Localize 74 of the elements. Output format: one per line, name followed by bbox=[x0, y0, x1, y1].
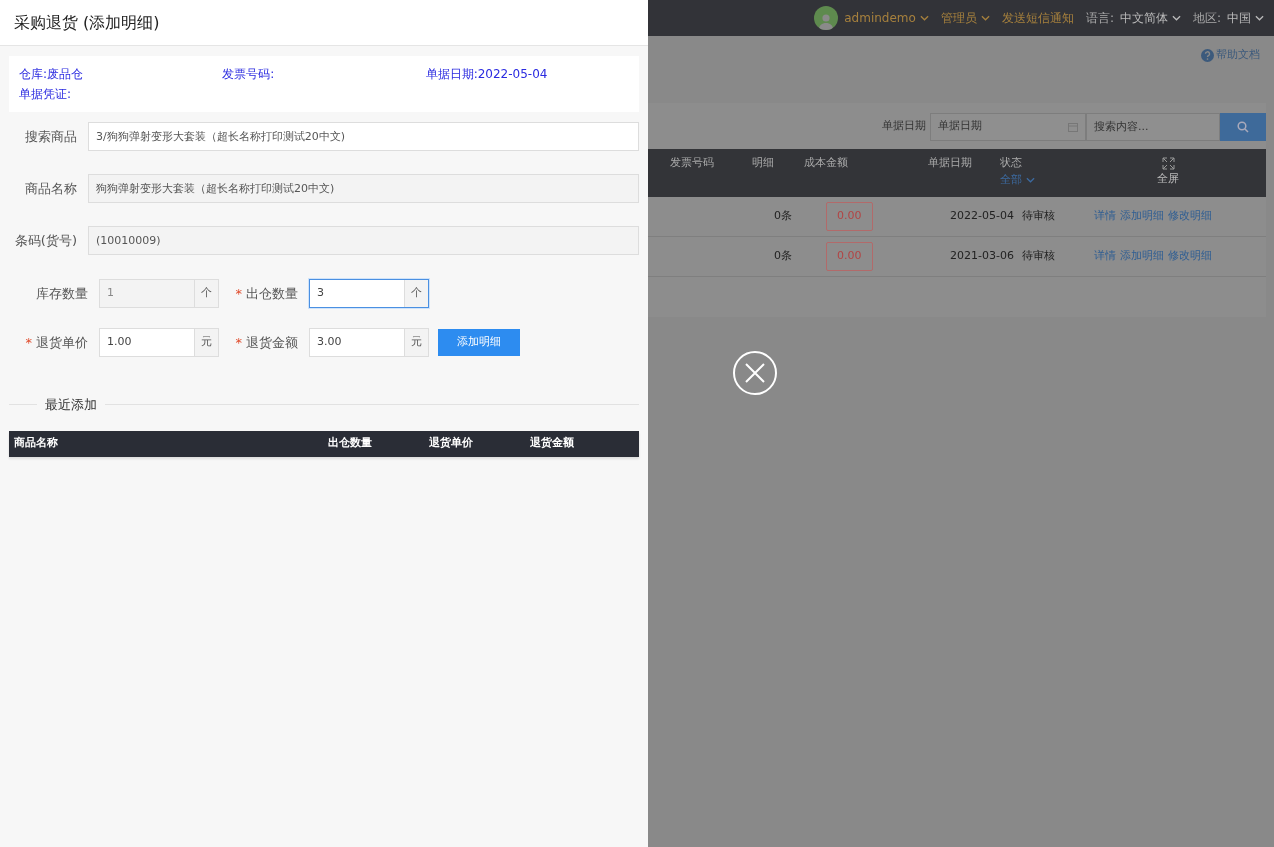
sms-link[interactable]: 发送短信通知 bbox=[1001, 9, 1074, 27]
fullscreen-button[interactable]: 全屏 bbox=[1157, 171, 1179, 188]
column-header: 成本金额 bbox=[804, 155, 849, 171]
number-field[interactable]: 1 个 bbox=[99, 279, 219, 308]
column-header: 单据日期 bbox=[928, 155, 973, 171]
info-text: 发票号码: bbox=[222, 66, 276, 83]
region-label: 地区: bbox=[1192, 10, 1221, 27]
unit-label: 个 bbox=[404, 280, 428, 307]
column-header: 发票号码 bbox=[670, 155, 715, 171]
field-label: 搜索商品 bbox=[24, 127, 78, 146]
close-button[interactable] bbox=[732, 350, 778, 396]
action-link[interactable]: 修改明细 bbox=[1168, 248, 1212, 265]
chevron-down-icon bbox=[919, 15, 929, 21]
status-filter[interactable]: 全部 bbox=[1000, 171, 1070, 188]
close-icon bbox=[732, 350, 778, 396]
chevron-down-icon bbox=[1171, 15, 1181, 21]
table-cell-text: 2021-03-06 bbox=[950, 248, 1015, 265]
unit-label: 个 bbox=[194, 280, 218, 307]
field-label: 库存数量 bbox=[35, 284, 89, 303]
table-cell-text: 待审核 bbox=[1022, 248, 1056, 265]
calendar-icon bbox=[1068, 121, 1078, 132]
table-cell-text: 0条 bbox=[774, 248, 793, 265]
help-link[interactable]: 帮助文档 bbox=[1201, 48, 1260, 62]
fullscreen-icon bbox=[1161, 157, 1175, 170]
info-text: 仓库:废品仓 bbox=[19, 66, 85, 83]
help-icon bbox=[1201, 48, 1214, 62]
action-link[interactable]: 修改明细 bbox=[1168, 208, 1212, 225]
number-field[interactable]: 3 个 bbox=[309, 279, 429, 308]
language-menu[interactable]: 中文简体 bbox=[1119, 9, 1181, 27]
search-field[interactable]: 搜索内容... bbox=[1086, 112, 1220, 141]
chevron-down-icon bbox=[980, 15, 990, 21]
field-label: 条码(货号) bbox=[13, 231, 78, 250]
user-menu[interactable]: admindemo bbox=[844, 9, 929, 27]
role-menu[interactable]: 管理员 bbox=[940, 9, 990, 27]
chevron-down-icon bbox=[1255, 15, 1264, 21]
table-cell-text: 0条 bbox=[774, 208, 793, 225]
search-button[interactable] bbox=[1220, 112, 1266, 141]
column-header: 商品名称 bbox=[13, 435, 59, 452]
unit-label: 元 bbox=[404, 329, 428, 356]
date-field[interactable]: 单据日期 bbox=[930, 112, 1086, 141]
language-label: 语言: bbox=[1085, 10, 1114, 27]
column-header: 明细 bbox=[752, 155, 775, 171]
action-link[interactable]: 添加明细 bbox=[1120, 208, 1164, 225]
action-link[interactable]: 详情 bbox=[1094, 208, 1116, 225]
column-header: 状态 bbox=[1000, 155, 1023, 171]
number-field[interactable]: 1.00 元 bbox=[99, 328, 219, 357]
action-link[interactable]: 详情 bbox=[1094, 248, 1116, 265]
column-header: 退货金额 bbox=[529, 435, 575, 452]
text-field[interactable]: (10010009) bbox=[88, 226, 639, 255]
field-label: * 退货金额 bbox=[234, 333, 299, 352]
filter-label: 单据日期 bbox=[882, 118, 926, 135]
number-field[interactable]: 3.00 元 bbox=[309, 328, 429, 357]
info-text: 单据日期:2022-05-04 bbox=[425, 66, 549, 83]
cost-amount: 0.00 bbox=[826, 202, 873, 231]
add-detail-button[interactable]: 添加明细 bbox=[438, 329, 520, 356]
column-header: 退货单价 bbox=[428, 435, 474, 452]
field-label: 商品名称 bbox=[24, 179, 78, 198]
search-icon bbox=[1237, 120, 1249, 133]
field-label: * 退货单价 bbox=[24, 333, 89, 352]
chevron-down-icon bbox=[1026, 176, 1035, 183]
text-field[interactable]: 3/狗狗弹射变形大套装（超长名称打印测试20中文) bbox=[88, 122, 639, 151]
text-field[interactable]: 狗狗弹射变形大套装（超长名称打印测试20中文) bbox=[88, 174, 639, 203]
unit-label: 元 bbox=[194, 329, 218, 356]
field-label: * 出仓数量 bbox=[234, 284, 299, 303]
avatar-icon bbox=[814, 6, 839, 30]
action-link[interactable]: 添加明细 bbox=[1120, 248, 1164, 265]
table-cell-text: 2022-05-04 bbox=[950, 208, 1015, 225]
table-cell-text: 待审核 bbox=[1022, 208, 1056, 225]
column-header: 出仓数量 bbox=[327, 435, 373, 452]
region-menu[interactable]: 中国 bbox=[1227, 9, 1264, 27]
info-text: 单据凭证: bbox=[19, 86, 73, 103]
cost-amount: 0.00 bbox=[826, 242, 873, 271]
section-title: 最近添加 bbox=[44, 396, 98, 414]
drawer-title: 采购退货 (添加明细) bbox=[14, 11, 160, 34]
